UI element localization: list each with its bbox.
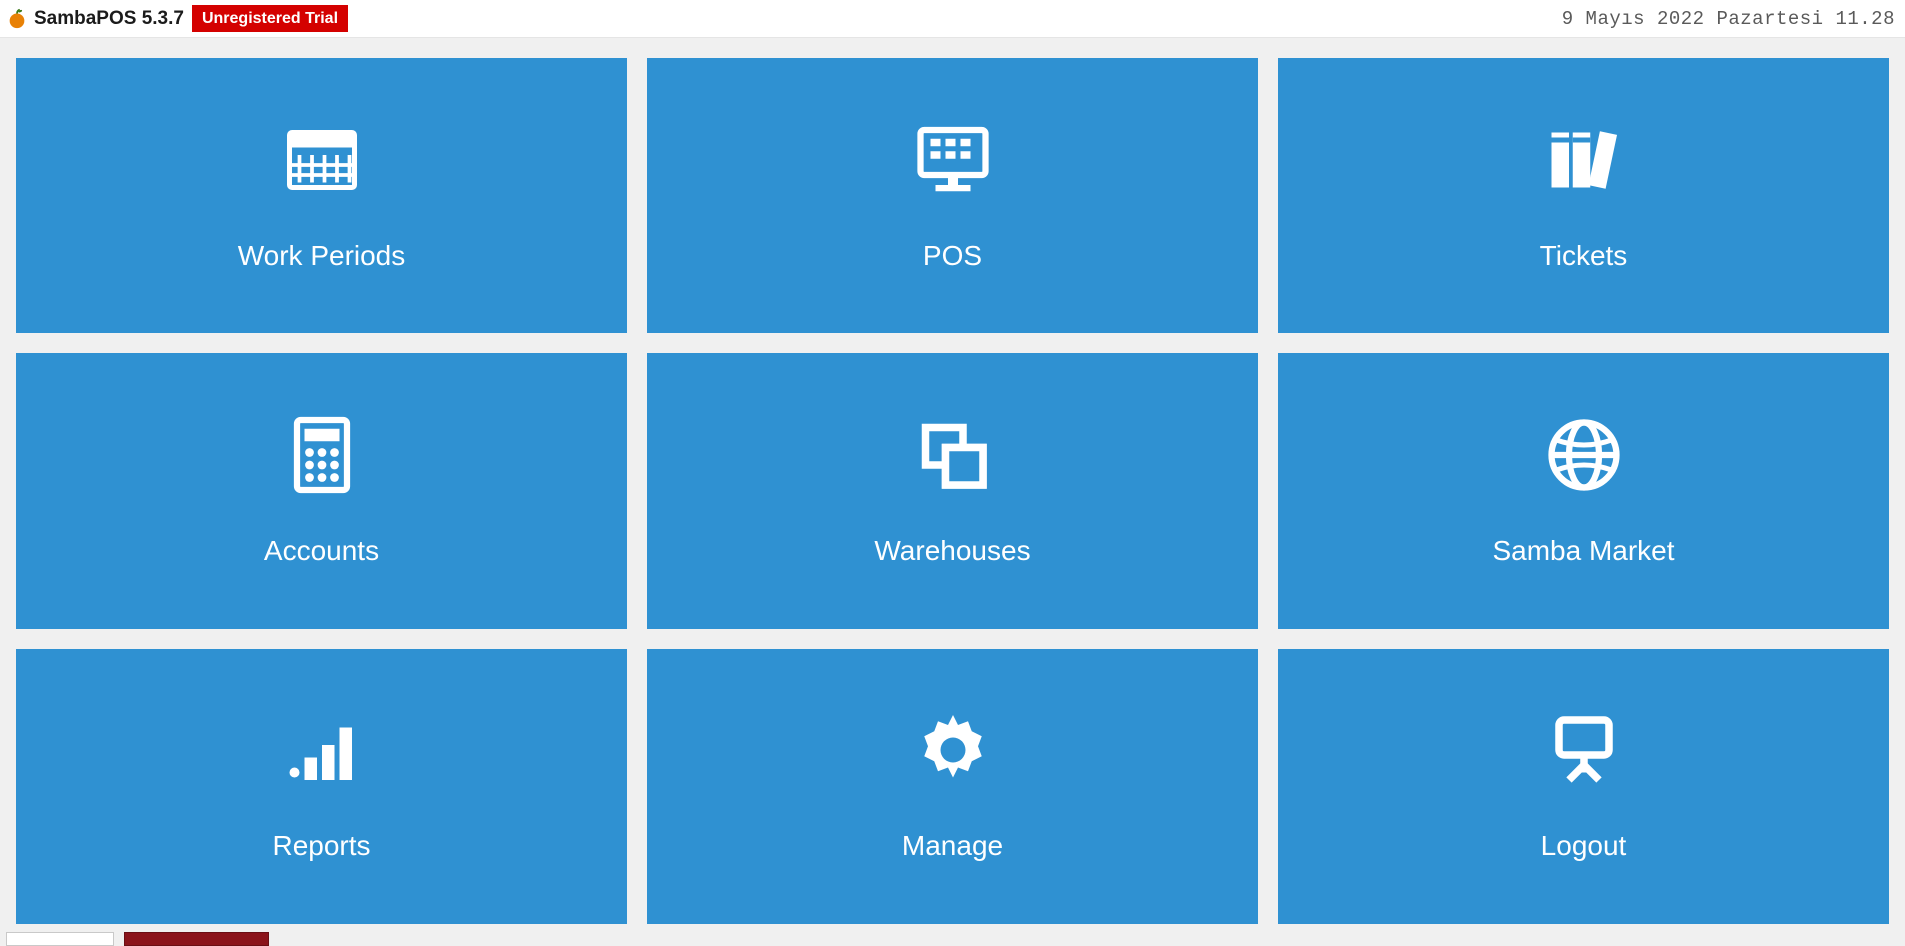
tile-samba-market[interactable]: Samba Market xyxy=(1278,353,1889,628)
tile-label: POS xyxy=(923,240,982,272)
tile-label: Logout xyxy=(1541,830,1627,862)
tile-label: Samba Market xyxy=(1492,535,1674,567)
tile-pos[interactable]: POS xyxy=(647,58,1258,333)
globe-icon xyxy=(1544,415,1624,495)
tile-tickets[interactable]: Tickets xyxy=(1278,58,1889,333)
monitor-icon xyxy=(913,120,993,200)
tile-label: Accounts xyxy=(264,535,379,567)
trial-badge: Unregistered Trial xyxy=(192,5,348,32)
copy-icon xyxy=(913,415,993,495)
tile-label: Work Periods xyxy=(238,240,406,272)
app-title: SambaPOS 5.3.7 xyxy=(34,8,184,30)
header-left: SambaPOS 5.3.7 Unregistered Trial xyxy=(6,5,348,32)
bars-icon xyxy=(282,710,362,790)
calendar-icon xyxy=(282,120,362,200)
calculator-icon xyxy=(282,415,362,495)
books-icon xyxy=(1544,120,1624,200)
tile-work-periods[interactable]: Work Periods xyxy=(16,58,627,333)
header-datetime: 9 Mayıs 2022 Pazartesi 11.28 xyxy=(1562,8,1895,30)
tile-label: Tickets xyxy=(1540,240,1628,272)
footer-bar xyxy=(0,930,1905,946)
app-header: SambaPOS 5.3.7 Unregistered Trial 9 Mayı… xyxy=(0,0,1905,38)
tile-label: Manage xyxy=(902,830,1003,862)
footer-box-left[interactable] xyxy=(6,932,114,946)
tile-reports[interactable]: Reports xyxy=(16,649,627,924)
footer-box-red[interactable] xyxy=(124,932,269,946)
tile-warehouses[interactable]: Warehouses xyxy=(647,353,1258,628)
tile-logout[interactable]: Logout xyxy=(1278,649,1889,924)
logout-icon xyxy=(1544,710,1624,790)
tile-manage[interactable]: Manage xyxy=(647,649,1258,924)
tile-accounts[interactable]: Accounts xyxy=(16,353,627,628)
tile-label: Reports xyxy=(272,830,370,862)
gear-icon xyxy=(913,710,993,790)
app-logo-icon xyxy=(6,8,28,30)
main-tile-grid: Work Periods POS Tickets Accounts Wareho… xyxy=(0,38,1905,930)
tile-label: Warehouses xyxy=(874,535,1030,567)
